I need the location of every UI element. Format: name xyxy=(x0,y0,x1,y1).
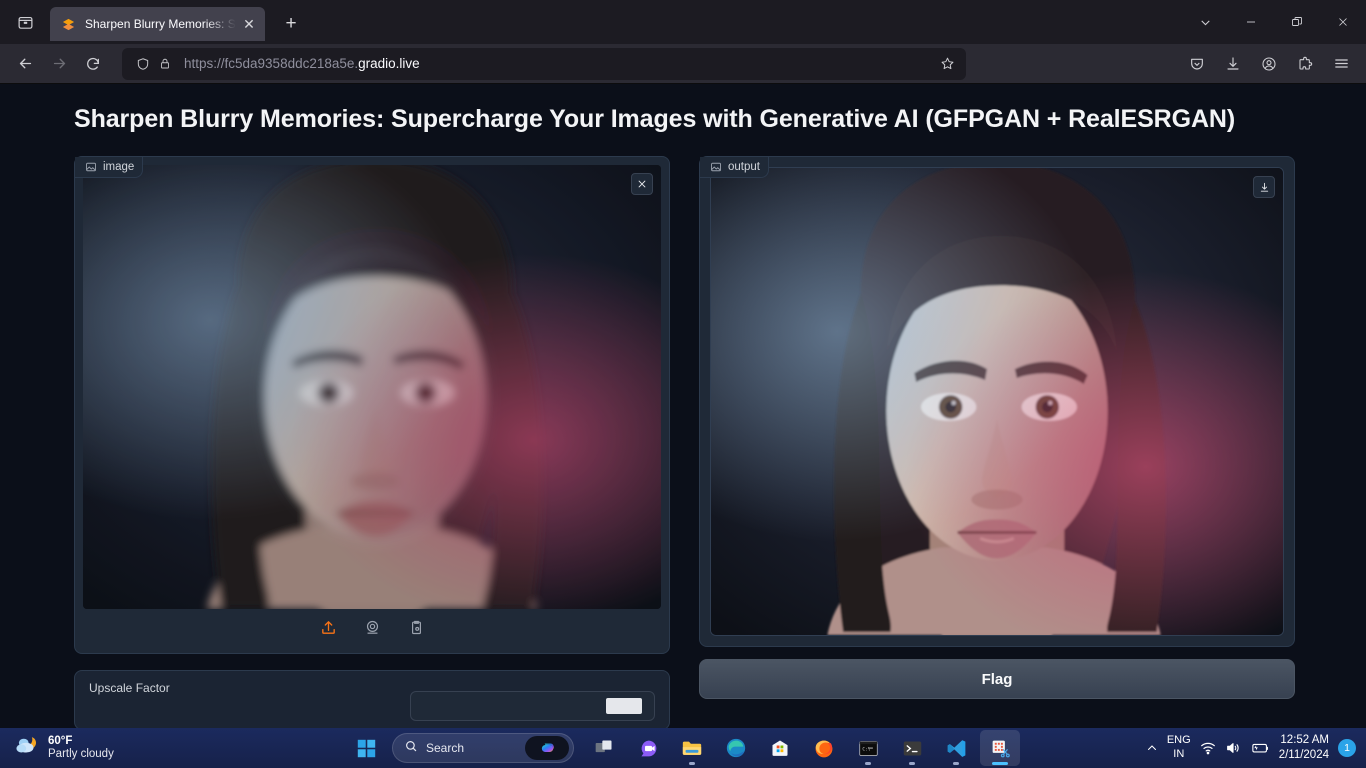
running-indicator xyxy=(953,762,959,765)
firefox-view-button[interactable] xyxy=(6,3,44,41)
downloads-icon[interactable] xyxy=(1216,48,1250,80)
toolbar-right-icons xyxy=(1180,48,1358,80)
microsoft-store-icon[interactable] xyxy=(760,730,800,766)
pocket-icon[interactable] xyxy=(1180,48,1214,80)
window-controls xyxy=(1182,0,1366,44)
search-box[interactable]: Search xyxy=(392,733,574,763)
image-icon xyxy=(85,161,97,173)
command-prompt-icon[interactable]: C:\ xyxy=(848,730,888,766)
battery-charging-icon[interactable] xyxy=(1250,740,1270,756)
output-column: output Flag xyxy=(699,156,1295,728)
input-panel-label-text: image xyxy=(103,161,135,173)
list-all-tabs-icon[interactable] xyxy=(1182,0,1228,44)
tab-title: Sharpen Blurry Memories: Supe xyxy=(85,17,239,31)
file-explorer-icon[interactable] xyxy=(672,730,712,766)
active-indicator xyxy=(992,762,1008,765)
download-icon[interactable] xyxy=(1253,176,1275,198)
close-icon[interactable] xyxy=(631,173,653,195)
firefox-icon[interactable] xyxy=(804,730,844,766)
back-button[interactable] xyxy=(8,48,42,80)
svg-text:C:\: C:\ xyxy=(862,746,870,752)
running-indicator xyxy=(689,762,695,765)
app-menu-icon[interactable] xyxy=(1324,48,1358,80)
paste-clipboard-icon[interactable] xyxy=(405,616,427,638)
upscale-factor-panel: Upscale Factor xyxy=(74,670,670,728)
running-indicator xyxy=(865,762,871,765)
notification-badge[interactable]: 1 xyxy=(1338,739,1356,757)
restore-icon[interactable] xyxy=(1274,0,1320,44)
show-hidden-icons-button[interactable] xyxy=(1146,742,1158,754)
weather-temperature: 60°F xyxy=(48,734,73,747)
language-indicator[interactable]: ENG IN xyxy=(1167,734,1191,762)
taskbar-center: Search C:\ xyxy=(346,730,1020,766)
forward-button[interactable] xyxy=(42,48,76,80)
new-tab-button[interactable]: + xyxy=(275,8,307,40)
firefox-browser-window: Sharpen Blurry Memories: Supe ✕ + https:… xyxy=(0,0,1366,768)
close-window-icon[interactable] xyxy=(1320,0,1366,44)
input-image-container[interactable] xyxy=(83,165,661,609)
windows-terminal-icon[interactable] xyxy=(892,730,932,766)
url-domain: gradio.live xyxy=(358,56,420,71)
language-bottom: IN xyxy=(1173,748,1185,760)
input-portrait-image xyxy=(83,165,661,609)
account-icon[interactable] xyxy=(1252,48,1286,80)
tab-strip: Sharpen Blurry Memories: Supe ✕ + xyxy=(0,0,1366,44)
volume-icon[interactable] xyxy=(1225,740,1241,756)
output-image-container[interactable] xyxy=(710,167,1284,636)
microsoft-edge-icon[interactable] xyxy=(716,730,756,766)
system-tray: ENG IN 12:52 AM 2/11/2024 1 xyxy=(1146,728,1366,768)
minimize-icon[interactable] xyxy=(1228,0,1274,44)
teams-chat-icon[interactable] xyxy=(628,730,668,766)
clock-time: 12:52 AM xyxy=(1280,734,1329,747)
page-title: Sharpen Blurry Memories: Supercharge You… xyxy=(74,105,1236,133)
search-placeholder: Search xyxy=(426,741,465,755)
upscale-factor-input[interactable] xyxy=(410,691,655,721)
start-button[interactable] xyxy=(346,730,386,766)
browser-tab[interactable]: Sharpen Blurry Memories: Supe ✕ xyxy=(50,7,265,41)
clock[interactable]: 12:52 AM 2/11/2024 xyxy=(1279,733,1329,763)
lock-icon[interactable] xyxy=(154,57,176,70)
language-top: ENG xyxy=(1166,734,1191,747)
input-image-panel: image xyxy=(74,156,670,654)
weather-icon xyxy=(14,733,40,764)
close-icon[interactable]: ✕ xyxy=(239,14,259,34)
gradio-favicon xyxy=(60,16,76,32)
weather-widget[interactable]: 60°F Partly cloudy xyxy=(0,733,220,764)
url-bar[interactable]: https://fc5da9358ddc218a5e.gradio.live xyxy=(122,47,966,80)
output-panel-label-text: output xyxy=(728,161,760,173)
reload-button[interactable] xyxy=(76,48,110,80)
upscale-factor-value-box[interactable] xyxy=(606,698,642,714)
input-panel-label: image xyxy=(75,157,144,178)
image-icon xyxy=(710,161,722,173)
upload-icon[interactable] xyxy=(317,616,339,638)
extensions-icon[interactable] xyxy=(1288,48,1322,80)
search-icon xyxy=(404,739,418,758)
copilot-icon[interactable] xyxy=(525,736,569,760)
output-panel-label: output xyxy=(700,157,769,178)
running-indicator xyxy=(909,762,915,765)
output-image-panel: output xyxy=(699,156,1295,647)
input-column: image Upscale Factor xyxy=(74,156,670,728)
windows-taskbar: 60°F Partly cloudy Search C:\ ENG IN 12:… xyxy=(0,728,1366,768)
url-text[interactable]: https://fc5da9358ddc218a5e.gradio.live xyxy=(176,56,934,71)
webcam-icon[interactable] xyxy=(361,616,383,638)
weather-condition: Partly cloudy xyxy=(48,748,114,760)
clock-date: 2/11/2024 xyxy=(1278,749,1329,761)
gradio-app: Sharpen Blurry Memories: Supercharge You… xyxy=(0,85,1366,728)
bookmark-star-icon[interactable] xyxy=(934,56,960,71)
weather-text: 60°F Partly cloudy xyxy=(48,735,114,761)
wifi-icon[interactable] xyxy=(1200,740,1216,756)
flag-button[interactable]: Flag xyxy=(699,659,1295,699)
output-portrait-image xyxy=(711,168,1283,635)
navigation-toolbar: https://fc5da9358ddc218a5e.gradio.live xyxy=(0,44,1366,84)
url-scheme: https://fc5da9358ddc218a5e. xyxy=(184,56,359,71)
app-columns: image Upscale Factor output Flag xyxy=(0,134,1366,728)
task-view-icon[interactable] xyxy=(584,730,624,766)
vs-code-icon[interactable] xyxy=(936,730,976,766)
shield-icon[interactable] xyxy=(132,57,154,71)
snipping-tool-icon[interactable] xyxy=(980,730,1020,766)
input-tools-row xyxy=(83,609,661,645)
